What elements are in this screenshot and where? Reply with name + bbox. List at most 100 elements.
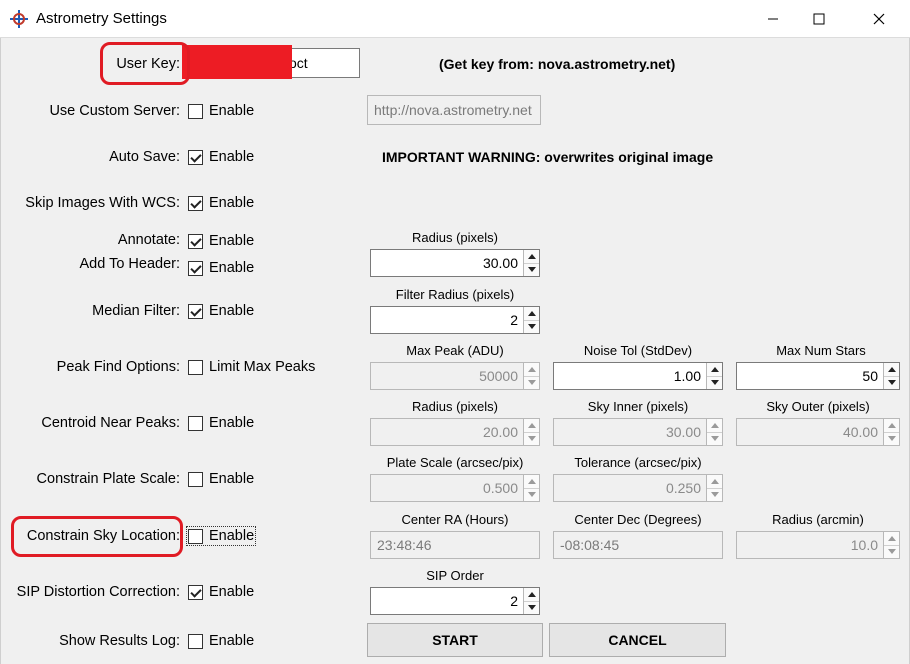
spin-down-icon[interactable] bbox=[524, 488, 539, 501]
spin-down-icon[interactable] bbox=[524, 263, 539, 276]
checkbox-box[interactable] bbox=[188, 260, 203, 276]
center-dec-input[interactable]: -08:08:45 bbox=[553, 531, 723, 559]
limit-max-peaks-checkbox[interactable]: Limit Max Peaks bbox=[188, 359, 315, 375]
checkbox-box[interactable] bbox=[188, 103, 203, 119]
checkbox-box[interactable] bbox=[188, 584, 203, 600]
max-peak-caption: Max Peak (ADU) bbox=[406, 343, 504, 358]
checkbox-box[interactable] bbox=[188, 195, 203, 211]
minimize-button[interactable] bbox=[750, 0, 796, 38]
window-title: Astrometry Settings bbox=[36, 10, 167, 27]
annotate-checkbox[interactable]: Enable bbox=[188, 233, 254, 249]
spin-down-icon[interactable] bbox=[707, 432, 722, 445]
plate-scale-spinner[interactable]: 0.500 bbox=[370, 474, 540, 502]
center-ra-input[interactable]: 23:48:46 bbox=[370, 531, 540, 559]
median-filter-checkbox[interactable]: Enable bbox=[188, 303, 254, 319]
server-url-input[interactable]: http://nova.astrometry.net bbox=[367, 95, 541, 125]
spin-down-icon[interactable] bbox=[884, 545, 899, 558]
median-filter-label: Median Filter: bbox=[92, 303, 180, 319]
sky-outer-caption: Sky Outer (pixels) bbox=[766, 399, 870, 414]
sip-checkbox[interactable]: Enable bbox=[188, 584, 254, 600]
annotate-radius-spinner[interactable]: 30.00 bbox=[370, 249, 540, 277]
max-stars-spinner[interactable]: 50 bbox=[736, 362, 900, 390]
centroid-label: Centroid Near Peaks: bbox=[41, 415, 180, 431]
spin-up-icon[interactable] bbox=[524, 475, 539, 489]
sky-inner-spinner[interactable]: 30.00 bbox=[553, 418, 723, 446]
sip-label: SIP Distortion Correction: bbox=[16, 584, 180, 600]
spin-up-icon[interactable] bbox=[707, 475, 722, 489]
minimize-icon bbox=[768, 18, 778, 20]
spin-up-icon[interactable] bbox=[707, 363, 722, 377]
sky-outer-spinner[interactable]: 40.00 bbox=[736, 418, 900, 446]
maximize-button[interactable] bbox=[796, 0, 842, 38]
results-log-label: Show Results Log: bbox=[59, 633, 180, 649]
spin-down-icon[interactable] bbox=[707, 376, 722, 389]
tolerance-caption: Tolerance (arcsec/pix) bbox=[574, 455, 702, 470]
cancel-button[interactable]: CANCEL bbox=[549, 623, 726, 657]
checkbox-box[interactable] bbox=[188, 303, 203, 319]
sip-order-spinner[interactable]: 2 bbox=[370, 587, 540, 615]
skip-wcs-checkbox[interactable]: Enable bbox=[188, 195, 254, 211]
checkbox-box[interactable] bbox=[188, 149, 203, 165]
spin-up-icon[interactable] bbox=[884, 419, 899, 433]
sky-radius-caption: Radius (arcmin) bbox=[772, 512, 864, 527]
key-hint: (Get key from: nova.astrometry.net) bbox=[439, 56, 676, 72]
checkbox-box[interactable] bbox=[188, 528, 203, 544]
spin-up-icon[interactable] bbox=[524, 588, 539, 602]
spin-up-icon[interactable] bbox=[707, 419, 722, 433]
plate-scale-checkbox[interactable]: Enable bbox=[188, 471, 254, 487]
checkbox-box[interactable] bbox=[188, 359, 203, 375]
maximize-icon bbox=[813, 13, 825, 25]
plate-scale-caption: Plate Scale (arcsec/pix) bbox=[386, 455, 524, 470]
spin-up-icon[interactable] bbox=[524, 419, 539, 433]
center-dec-caption: Center Dec (Degrees) bbox=[574, 512, 702, 527]
close-icon bbox=[873, 13, 885, 25]
start-button[interactable]: START bbox=[367, 623, 543, 657]
spin-up-icon[interactable] bbox=[884, 363, 899, 377]
spin-down-icon[interactable] bbox=[524, 376, 539, 389]
centroid-checkbox[interactable]: Enable bbox=[188, 415, 254, 431]
spin-up-icon[interactable] bbox=[524, 363, 539, 377]
skip-wcs-label: Skip Images With WCS: bbox=[25, 195, 180, 211]
highlight-user-key bbox=[100, 42, 190, 85]
add-header-checkbox[interactable]: Enable bbox=[188, 260, 254, 276]
plate-scale-label: Constrain Plate Scale: bbox=[36, 471, 180, 487]
sky-radius-spinner[interactable]: 10.0 bbox=[736, 531, 900, 559]
spin-down-icon[interactable] bbox=[707, 488, 722, 501]
results-log-checkbox[interactable]: Enable bbox=[188, 633, 254, 649]
noise-tol-caption: Noise Tol (StdDev) bbox=[583, 343, 693, 358]
app-icon bbox=[10, 10, 28, 28]
spin-down-icon[interactable] bbox=[884, 432, 899, 445]
filter-radius-spinner[interactable]: 2 bbox=[370, 306, 540, 334]
annotate-radius-caption: Radius (pixels) bbox=[412, 230, 498, 245]
center-ra-caption: Center RA (Hours) bbox=[401, 512, 509, 527]
max-peak-spinner[interactable]: 50000 bbox=[370, 362, 540, 390]
highlight-sky-location bbox=[11, 516, 183, 557]
noise-tol-spinner[interactable]: 1.00 bbox=[553, 362, 723, 390]
tolerance-spinner[interactable]: 0.250 bbox=[553, 474, 723, 502]
spin-down-icon[interactable] bbox=[524, 320, 539, 333]
spin-down-icon[interactable] bbox=[884, 376, 899, 389]
spin-down-icon[interactable] bbox=[524, 601, 539, 614]
max-stars-caption: Max Num Stars bbox=[776, 343, 866, 358]
spin-up-icon[interactable] bbox=[884, 532, 899, 546]
auto-save-label: Auto Save: bbox=[109, 149, 180, 165]
annotate-label: Annotate: bbox=[117, 232, 180, 248]
checkbox-box[interactable] bbox=[188, 415, 203, 431]
spin-up-icon[interactable] bbox=[524, 307, 539, 321]
checkbox-box[interactable] bbox=[188, 471, 203, 487]
spin-down-icon[interactable] bbox=[524, 432, 539, 445]
close-button[interactable] bbox=[856, 0, 902, 38]
add-header-label: Add To Header: bbox=[79, 256, 181, 272]
centroid-radius-spinner[interactable]: 20.00 bbox=[370, 418, 540, 446]
checkbox-box[interactable] bbox=[188, 633, 203, 649]
checkbox-box[interactable] bbox=[188, 233, 203, 249]
sip-order-caption: SIP Order bbox=[426, 568, 484, 583]
filter-radius-caption: Filter Radius (pixels) bbox=[395, 287, 515, 302]
custom-server-label: Use Custom Server: bbox=[49, 103, 180, 119]
spin-up-icon[interactable] bbox=[524, 250, 539, 264]
custom-server-checkbox[interactable]: Enable bbox=[188, 103, 254, 119]
redaction-block bbox=[182, 45, 292, 79]
sky-inner-caption: Sky Inner (pixels) bbox=[587, 399, 689, 414]
sky-location-checkbox[interactable]: Enable bbox=[185, 526, 257, 546]
auto-save-checkbox[interactable]: Enable bbox=[188, 149, 254, 165]
